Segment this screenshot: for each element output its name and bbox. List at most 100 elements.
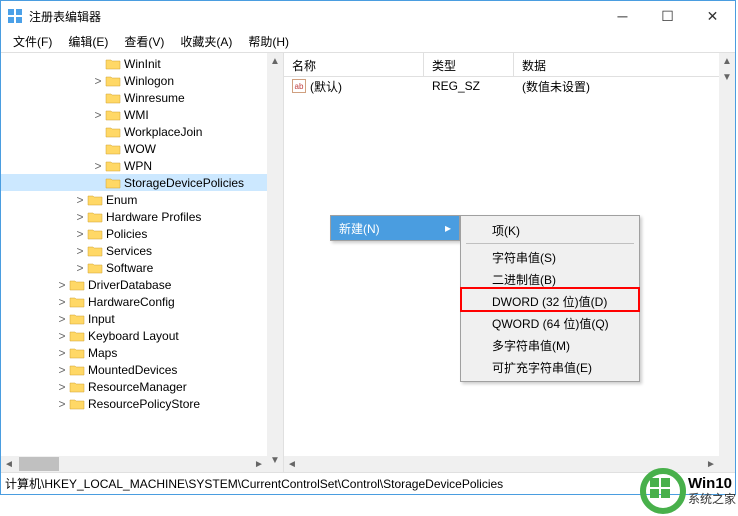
context-item[interactable]: 多字符串值(M) [464,334,636,356]
tree-item-label: WPN [124,159,152,173]
expand-icon[interactable]: > [55,312,69,326]
tree-item[interactable]: >Software [1,259,283,276]
tree-item-label: Services [106,244,152,258]
context-item[interactable]: DWORD (32 位)值(D) [464,290,636,312]
folder-icon [69,397,85,411]
tree-item[interactable]: > Winlogon [1,72,283,89]
tree-item-label: Enum [106,193,137,207]
folder-icon [69,346,85,360]
tree-item[interactable]: > WPN [1,157,283,174]
column-name[interactable]: 名称 [284,53,424,76]
context-item[interactable]: QWORD (64 位)值(Q) [464,312,636,334]
expand-icon[interactable]: > [91,108,105,122]
folder-icon [105,91,121,105]
tree-item[interactable]: WOW [1,140,283,157]
folder-icon [69,295,85,309]
folder-icon [87,261,103,275]
folder-icon [87,193,103,207]
expand-icon[interactable]: > [73,244,87,258]
tree-item-label: ResourcePolicyStore [88,397,200,411]
status-path: 计算机\HKEY_LOCAL_MACHINE\SYSTEM\CurrentCon… [5,475,503,492]
expand-icon[interactable]: > [91,74,105,88]
folder-icon [105,142,121,156]
expand-icon[interactable]: > [73,210,87,224]
menu-favorites[interactable]: 收藏夹(A) [172,31,240,52]
folder-icon [105,74,121,88]
folder-icon [69,312,85,326]
tree-item-label: WMI [124,108,149,122]
tree-item[interactable]: > Services [1,242,283,259]
titlebar: 注册表编辑器 ─ ☐ ✕ [1,1,735,31]
menu-file[interactable]: 文件(F) [5,31,60,52]
folder-icon [105,176,121,190]
context-item[interactable]: 二进制值(B) [464,268,636,290]
tree-item[interactable]: >HardwareConfig [1,293,283,310]
folder-icon [87,244,103,258]
expand-icon[interactable]: > [55,363,69,377]
tree-item[interactable]: Winresume [1,89,283,106]
expand-icon[interactable]: > [91,159,105,173]
tree-item[interactable]: WinInit [1,55,283,72]
expand-icon[interactable]: > [55,397,69,411]
menu-edit[interactable]: 编辑(E) [60,31,116,52]
context-separator [466,243,634,244]
tree-item[interactable]: >Policies [1,225,283,242]
expand-icon[interactable]: > [73,227,87,241]
expand-icon[interactable]: > [55,329,69,343]
expand-icon[interactable]: > [55,380,69,394]
tree-item[interactable]: >ResourceManager [1,378,283,395]
watermark: Win10 系统之家 [640,468,736,514]
tree-item-label: Winlogon [124,74,174,88]
context-new[interactable]: 新建(N) ▸ [331,216,459,240]
context-submenu-new: 项(K) 字符串值(S)二进制值(B)DWORD (32 位)值(D)QWORD … [460,215,640,382]
tree-item[interactable]: > Enum [1,191,283,208]
tree-item[interactable]: >DriverDatabase [1,276,283,293]
folder-icon [69,380,85,394]
tree-item-label: WorkplaceJoin [124,125,202,139]
tree-horizontal-scrollbar[interactable]: ◄ ► [1,456,267,472]
expand-icon[interactable]: > [73,193,87,207]
tree-item[interactable]: StorageDevicePolicies [1,174,283,191]
context-item[interactable]: 可扩充字符串值(E) [464,356,636,378]
menu-help[interactable]: 帮助(H) [240,31,297,52]
expand-icon[interactable]: > [73,261,87,275]
value-type: REG_SZ [424,79,514,93]
list-vertical-scrollbar[interactable]: ▲ ▼ [719,53,735,472]
tree-item-label: Hardware Profiles [106,210,201,224]
tree-item-label: Maps [88,346,117,360]
context-item[interactable]: 字符串值(S) [464,246,636,268]
value-name: (默认) [310,78,342,95]
context-item[interactable]: 项(K) [464,219,636,241]
tree-item[interactable]: > Hardware Profiles [1,208,283,225]
expand-icon[interactable]: > [55,295,69,309]
watermark-line1: Win10 [688,476,736,493]
tree-item-label: Input [88,312,115,326]
menubar: 文件(F) 编辑(E) 查看(V) 收藏夹(A) 帮助(H) [1,31,735,53]
folder-icon [69,363,85,377]
list-row[interactable]: ab (默认) REG_SZ (数值未设置) [284,77,735,95]
expand-icon[interactable]: > [55,278,69,292]
tree-item-label: Keyboard Layout [88,329,179,343]
expand-icon[interactable]: > [55,346,69,360]
close-button[interactable]: ✕ [690,2,735,30]
tree-item-label: MountedDevices [88,363,177,377]
folder-icon [105,159,121,173]
minimize-button[interactable]: ─ [600,2,645,30]
app-icon [7,8,23,24]
tree-item[interactable]: > ResourcePolicyStore [1,395,283,412]
tree-vertical-scrollbar[interactable]: ▲ ▼ [267,53,283,472]
column-data[interactable]: 数据 [514,53,735,76]
maximize-button[interactable]: ☐ [645,2,690,30]
tree-item-label: StorageDevicePolicies [124,176,244,190]
tree-item[interactable]: > Input [1,310,283,327]
tree-item[interactable]: > Keyboard Layout [1,327,283,344]
column-type[interactable]: 类型 [424,53,514,76]
tree-item[interactable]: > Maps [1,344,283,361]
tree-item[interactable]: WorkplaceJoin [1,123,283,140]
menu-view[interactable]: 查看(V) [116,31,172,52]
tree-item-label: WinInit [124,57,161,71]
status-bar: 计算机\HKEY_LOCAL_MACHINE\SYSTEM\CurrentCon… [1,472,735,494]
tree-item[interactable]: > WMI [1,106,283,123]
tree-item[interactable]: > MountedDevices [1,361,283,378]
watermark-logo-icon [640,468,686,514]
